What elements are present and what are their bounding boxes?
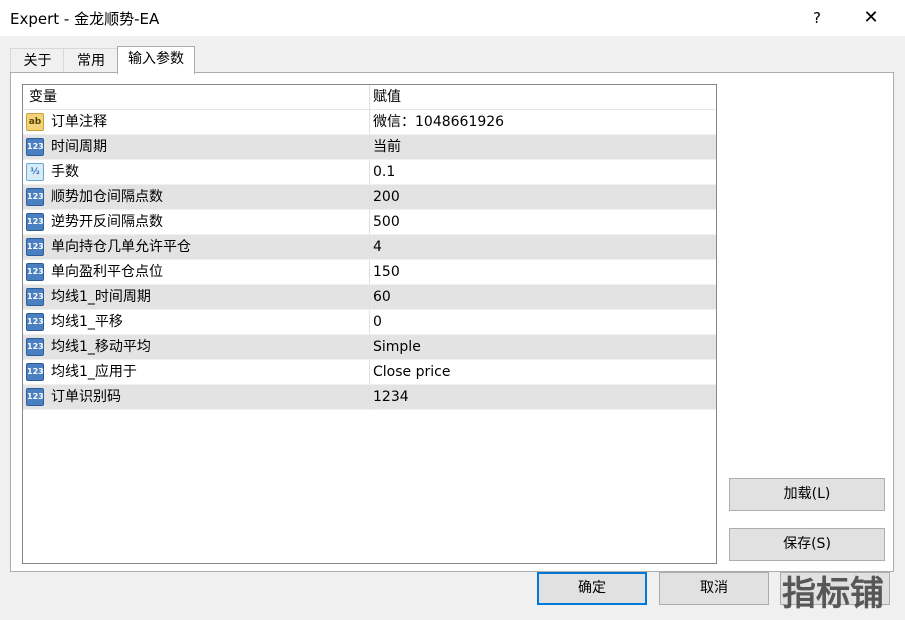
column-header-variable[interactable]: 变量 (29, 85, 347, 109)
integer-type-icon: 123 (26, 263, 44, 281)
parameter-value[interactable]: 150 (373, 260, 713, 284)
parameter-name: 手数 (51, 164, 79, 180)
table-row[interactable]: 123 逆势开反间隔点数 500 (23, 210, 716, 235)
table-header: 变量 赋值 (23, 85, 716, 110)
parameter-name: 逆势开反间隔点数 (51, 214, 163, 230)
column-divider (369, 135, 370, 159)
parameter-value[interactable]: 0.1 (373, 160, 713, 184)
column-divider (369, 210, 370, 234)
column-divider (369, 110, 370, 134)
table-row[interactable]: ab 订单注释 微信：1048661926 (23, 110, 716, 135)
parameter-name: 单向盈利平仓点位 (51, 264, 163, 280)
column-divider (369, 385, 370, 409)
column-divider (369, 160, 370, 184)
parameter-name: 订单识别码 (51, 389, 121, 405)
parameter-value[interactable]: Close price (373, 360, 713, 384)
parameter-value[interactable]: 4 (373, 235, 713, 259)
parameter-name: 时间周期 (51, 139, 107, 155)
load-button[interactable]: 加载(L) (729, 478, 885, 511)
parameter-value[interactable]: 1234 (373, 385, 713, 409)
parameter-value[interactable]: 微信：1048661926 (373, 110, 713, 134)
integer-type-icon: 123 (26, 288, 44, 306)
integer-type-icon: 123 (26, 338, 44, 356)
table-row[interactable]: 123 均线1_应用于 Close price (23, 360, 716, 385)
table-row[interactable]: 123 均线1_平移 0 (23, 310, 716, 335)
column-divider (369, 185, 370, 209)
table-row[interactable]: 123 时间周期 当前 (23, 135, 716, 160)
parameter-name: 均线1_时间周期 (51, 289, 151, 305)
tab-about[interactable]: 关于 (10, 48, 65, 73)
column-divider (369, 235, 370, 259)
close-button[interactable]: ✕ (856, 4, 886, 32)
parameter-name: 订单注释 (51, 114, 107, 130)
help-button[interactable]: ? (802, 4, 832, 32)
parameter-value[interactable]: 0 (373, 310, 713, 334)
column-divider (369, 285, 370, 309)
parameter-name: 均线1_应用于 (51, 364, 137, 380)
table-row[interactable]: 123 单向持仓几单允许平仓 4 (23, 235, 716, 260)
integer-type-icon: 123 (26, 313, 44, 331)
tab-inputs[interactable]: 输入参数 (117, 46, 195, 74)
parameter-value[interactable]: 500 (373, 210, 713, 234)
cancel-button[interactable]: 取消 (659, 572, 769, 605)
parameter-name: 顺势加仓间隔点数 (51, 189, 163, 205)
tab-common[interactable]: 常用 (63, 48, 119, 73)
column-divider[interactable] (369, 85, 370, 109)
column-divider (369, 260, 370, 284)
window-title: Expert - 金龙顺势-EA (10, 10, 160, 28)
integer-type-icon: 123 (26, 363, 44, 381)
table-row[interactable]: ½ 手数 0.1 (23, 160, 716, 185)
table-row[interactable]: 123 订单识别码 1234 (23, 385, 716, 410)
parameter-name: 均线1_平移 (51, 314, 123, 330)
column-divider (369, 310, 370, 334)
ok-button[interactable]: 确定 (537, 572, 647, 605)
save-button[interactable]: 保存(S) (729, 528, 885, 561)
table-row[interactable]: 123 顺势加仓间隔点数 200 (23, 185, 716, 210)
string-type-icon: ab (26, 113, 44, 131)
parameter-name: 单向持仓几单允许平仓 (51, 239, 191, 255)
integer-type-icon: 123 (26, 238, 44, 256)
column-divider (369, 335, 370, 359)
table-row[interactable]: 123 均线1_移动平均 Simple (23, 335, 716, 360)
parameter-value[interactable]: Simple (373, 335, 713, 359)
integer-type-icon: 123 (26, 213, 44, 231)
column-divider (369, 360, 370, 384)
table-row[interactable]: 123 均线1_时间周期 60 (23, 285, 716, 310)
parameter-value[interactable]: 当前 (373, 135, 713, 159)
parameters-table[interactable]: 变量 赋值 ab 订单注释 微信：1048661926 123 时间周期 当前 ½ 手数 0.1… (22, 84, 717, 564)
column-header-value[interactable]: 赋值 (373, 85, 713, 109)
parameter-value[interactable]: 200 (373, 185, 713, 209)
integer-type-icon: 123 (26, 388, 44, 406)
integer-type-icon: 123 (26, 138, 44, 156)
double-type-icon: ½ (26, 163, 44, 181)
parameter-value[interactable]: 60 (373, 285, 713, 309)
parameter-name: 均线1_移动平均 (51, 339, 151, 355)
watermark-logo: 指标铺 (782, 574, 884, 614)
table-row[interactable]: 123 单向盈利平仓点位 150 (23, 260, 716, 285)
title-bar: Expert - 金龙顺势-EA ? ✕ (0, 0, 905, 36)
integer-type-icon: 123 (26, 188, 44, 206)
